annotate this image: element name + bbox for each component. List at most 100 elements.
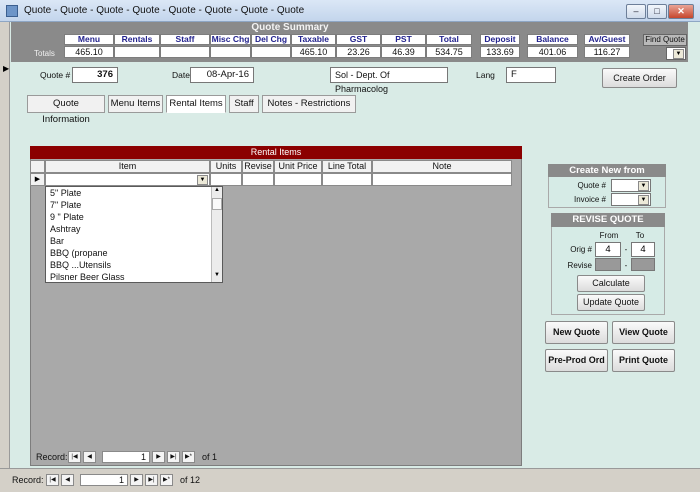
subform-current-record[interactable]: 1: [102, 451, 150, 463]
orig-from-field[interactable]: 4: [595, 242, 621, 257]
close-button[interactable]: ✕: [668, 4, 694, 19]
chevron-down-icon[interactable]: ▼: [197, 175, 208, 185]
tab-notes-restrictions[interactable]: Notes - Restrictions: [262, 95, 356, 113]
orig-number-label: Orig #: [570, 245, 592, 254]
summary-header-total: Total: [426, 34, 472, 45]
print-quote-button[interactable]: Print Quote: [612, 349, 675, 372]
prev-record-icon[interactable]: ◀: [61, 474, 74, 486]
summary-header-av-guest: Av/Guest: [584, 34, 630, 45]
summary-value-balance: 401.06: [527, 46, 578, 58]
chevron-down-icon[interactable]: ▼: [638, 181, 649, 191]
summary-value-menu: 465.10: [64, 46, 114, 58]
maximize-button[interactable]: □: [647, 4, 667, 19]
create-order-button[interactable]: Create Order: [602, 68, 677, 88]
summary-value-staff: [160, 46, 210, 58]
subform-record-label: Record:: [36, 452, 68, 462]
subform-record-navigator: Record: |◀ ◀ 1 ▶ ▶| ▶* of 1: [36, 451, 236, 465]
revise-to-label: To: [635, 231, 645, 240]
first-record-icon[interactable]: |◀: [46, 474, 59, 486]
find-quote-label: Find Quote: [643, 34, 687, 46]
summary-title: Quote Summary: [251, 22, 329, 33]
record-selector[interactable]: [0, 22, 10, 468]
create-invoice-label: Invoice #: [573, 195, 606, 204]
unit-price-cell[interactable]: [274, 173, 322, 186]
last-record-icon[interactable]: ▶|: [167, 451, 180, 463]
chevron-down-icon[interactable]: ▼: [638, 195, 649, 205]
date-field[interactable]: 08-Apr-16: [190, 67, 254, 83]
totals-label: Totals: [34, 49, 55, 58]
client-field[interactable]: Sol - Dept. Of Pharmacolog: [330, 67, 448, 94]
dropdown-scrollbar[interactable]: ▲ ▼: [211, 187, 222, 282]
revise-to-field[interactable]: [631, 258, 655, 271]
item-dropdown-list: 5" Plate 7" Plate 9 " Plate Ashtray Bar …: [45, 186, 223, 283]
tab-rental-items[interactable]: Rental Items: [166, 95, 226, 113]
find-quote-combo[interactable]: ▼: [666, 47, 686, 60]
list-item[interactable]: 9 " Plate: [50, 212, 84, 222]
row-pointer-icon[interactable]: ▶: [30, 173, 45, 186]
tab-menu-items[interactable]: Menu Items: [108, 95, 163, 113]
note-cell[interactable]: [372, 173, 512, 186]
rental-items-title: Rental Items: [30, 146, 522, 159]
next-record-icon[interactable]: ▶: [130, 474, 143, 486]
summary-value-taxable: 465.10: [291, 46, 336, 58]
revise-dash: -: [624, 261, 628, 270]
last-record-icon[interactable]: ▶|: [145, 474, 158, 486]
prev-record-icon[interactable]: ◀: [83, 451, 96, 463]
summary-header-menu: Menu: [64, 34, 114, 45]
summary-value-del-chg: [251, 46, 291, 58]
view-quote-button[interactable]: View Quote: [612, 321, 675, 344]
next-record-icon[interactable]: ▶: [152, 451, 165, 463]
subform-record-count: of 1: [202, 452, 218, 462]
scroll-thumb[interactable]: [212, 198, 222, 210]
update-quote-button[interactable]: Update Quote: [577, 294, 645, 311]
summary-value-gst: 23.26: [336, 46, 381, 58]
minimize-button[interactable]: –: [626, 4, 646, 19]
summary-header-del-chg: Del Chg: [251, 34, 291, 45]
revise-cell[interactable]: [242, 173, 274, 186]
summary-value-pst: 46.39: [381, 46, 426, 58]
item-combo[interactable]: ▼: [45, 173, 210, 186]
column-header-revise: Revise: [242, 160, 274, 173]
lang-label: Lang: [476, 70, 495, 80]
list-item[interactable]: Pilsner Beer Glass: [50, 272, 125, 282]
pre-prod-order-button[interactable]: Pre-Prod Ord: [545, 349, 608, 372]
first-record-icon[interactable]: |◀: [68, 451, 81, 463]
scroll-down-icon[interactable]: ▼: [212, 272, 222, 282]
list-item[interactable]: 7" Plate: [50, 200, 81, 210]
new-quote-button[interactable]: New Quote: [545, 321, 608, 344]
revise-from-field[interactable]: [595, 258, 621, 271]
list-item[interactable]: Bar: [50, 236, 64, 246]
line-total-cell[interactable]: [322, 173, 372, 186]
list-item[interactable]: Ashtray: [50, 224, 81, 234]
create-quote-label: Quote #: [577, 181, 606, 190]
summary-header-taxable: Taxable: [291, 34, 336, 45]
create-invoice-combo[interactable]: ▼: [611, 193, 651, 206]
tab-quote-information[interactable]: Quote Information: [27, 95, 105, 125]
calculate-button[interactable]: Calculate: [577, 275, 645, 292]
list-item[interactable]: BBQ (propane: [50, 248, 108, 258]
chevron-down-icon[interactable]: ▼: [673, 49, 684, 59]
list-item[interactable]: BBQ ...Utensils: [50, 260, 111, 270]
create-new-title: Create New from: [548, 164, 666, 177]
summary-header-rentals: Rentals: [114, 34, 160, 45]
summary-header-pst: PST: [381, 34, 426, 45]
main-current-record[interactable]: 1: [80, 474, 128, 486]
summary-header-staff: Staff: [160, 34, 210, 45]
create-quote-combo[interactable]: ▼: [611, 179, 651, 192]
summary-value-rentals: [114, 46, 160, 58]
tab-staff[interactable]: Staff: [229, 95, 259, 113]
quote-number-field[interactable]: 376: [72, 67, 118, 83]
revise-label: Revise: [567, 261, 592, 270]
new-record-icon[interactable]: ▶*: [160, 474, 173, 486]
new-record-icon[interactable]: ▶*: [182, 451, 195, 463]
column-header-unit-price: Unit Price: [274, 160, 322, 173]
column-header-units: Units: [210, 160, 242, 173]
quote-number-label: Quote #: [40, 70, 71, 80]
summary-header-balance: Balance: [527, 34, 578, 45]
lang-field[interactable]: F: [506, 67, 556, 83]
main-record-count: of 12: [180, 475, 201, 485]
orig-to-field[interactable]: 4: [631, 242, 655, 257]
scroll-up-icon[interactable]: ▲: [212, 187, 222, 197]
units-cell[interactable]: [210, 173, 242, 186]
list-item[interactable]: 5" Plate: [50, 188, 81, 198]
